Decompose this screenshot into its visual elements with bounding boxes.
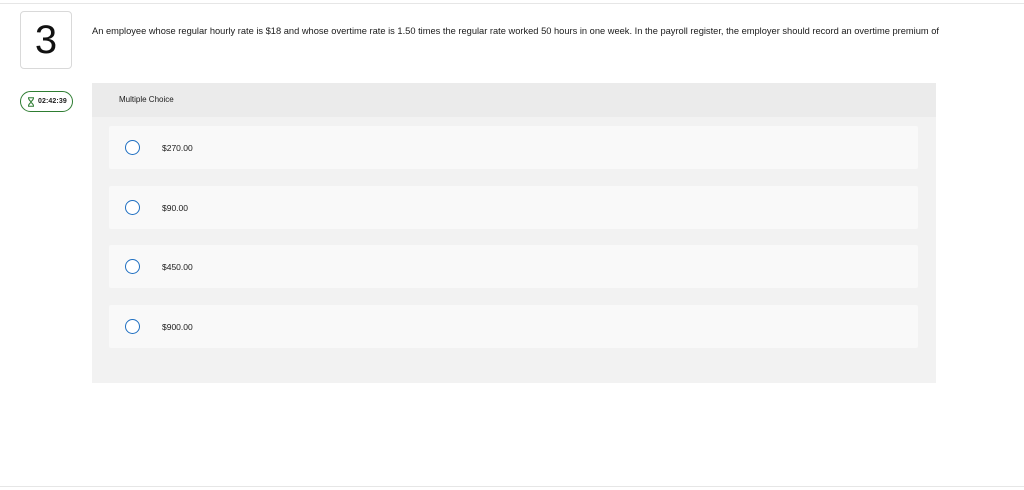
- question-number: 3: [20, 11, 72, 69]
- radio-button[interactable]: [125, 200, 140, 215]
- answer-option[interactable]: $90.00: [109, 186, 918, 229]
- answer-option-label: $450.00: [162, 261, 193, 272]
- radio-button[interactable]: [125, 140, 140, 155]
- timer-value: 02:42:39: [38, 98, 67, 105]
- top-divider: [0, 3, 1024, 4]
- bottom-divider: [0, 486, 1024, 487]
- question-type-label: Multiple Choice: [119, 95, 174, 104]
- answer-option[interactable]: $450.00: [109, 245, 918, 288]
- radio-button[interactable]: [125, 259, 140, 274]
- timer-badge: 02:42:39: [20, 91, 73, 112]
- answer-option-label: $900.00: [162, 321, 193, 332]
- radio-button[interactable]: [125, 319, 140, 334]
- answer-option[interactable]: $270.00: [109, 126, 918, 169]
- hourglass-icon: [27, 96, 35, 107]
- question-text: An employee whose regular hourly rate is…: [92, 26, 939, 36]
- answer-option-label: $90.00: [162, 202, 188, 213]
- answer-option-label: $270.00: [162, 142, 193, 153]
- answer-option[interactable]: $900.00: [109, 305, 918, 348]
- question-page: 3 02:42:39 An employee whose regular hou…: [0, 0, 1024, 490]
- answer-panel-header: Multiple Choice: [92, 83, 936, 117]
- answer-panel: Multiple Choice $270.00 $90.00 $450.00 $…: [92, 83, 936, 383]
